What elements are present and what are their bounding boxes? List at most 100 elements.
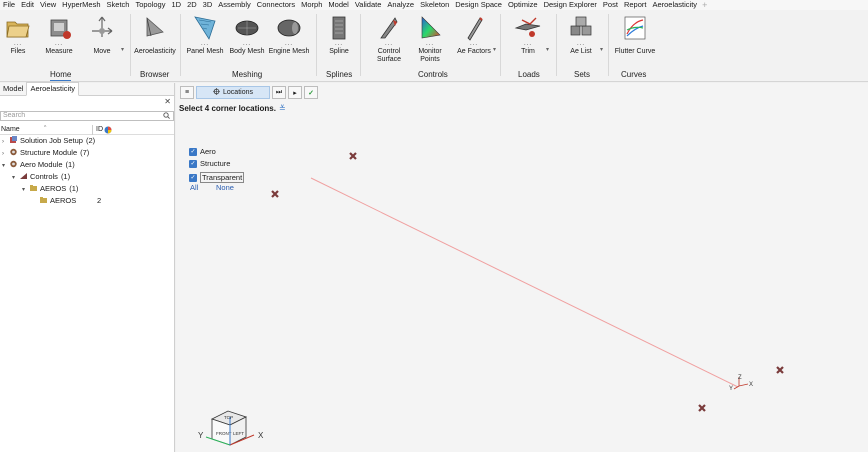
files-tool[interactable]: ... Files — [4, 14, 32, 56]
column-id[interactable]: ID — [96, 125, 103, 135]
menu-1d[interactable]: 1D — [168, 0, 184, 10]
chevron-right-icon[interactable]: › — [2, 149, 9, 159]
checkbox-aero[interactable]: ✓ Aero — [189, 147, 216, 156]
sort-up-icon[interactable]: ^ — [44, 123, 46, 133]
menu-edit[interactable]: Edit — [18, 0, 37, 10]
trim-tool[interactable]: ... Trim — [510, 14, 546, 56]
tree-item-label: Solution Job Setup — [20, 136, 83, 145]
trim-label: Trim — [521, 48, 535, 55]
panel-mesh-tool[interactable]: ... Panel Mesh — [186, 14, 224, 56]
group-browser: Browser — [140, 70, 170, 79]
checkbox-aero-label: Aero — [200, 147, 216, 156]
guide-menu-button[interactable]: ≡ — [180, 86, 194, 99]
triad-y-label: Y — [729, 386, 733, 392]
folder-icon — [4, 14, 32, 42]
spline-label: Spline — [329, 48, 349, 55]
chevron-down-icon[interactable]: ≚ — [279, 104, 286, 113]
menu-optimize[interactable]: Optimize — [505, 0, 541, 10]
body-mesh-tool[interactable]: ... Body Mesh — [228, 14, 266, 56]
menu-2d[interactable]: 2D — [184, 0, 200, 10]
group-home[interactable]: Home — [50, 70, 72, 81]
tree-item[interactable]: ▾ AEROS (1) — [22, 184, 78, 195]
monitor-points-label: Monitor Points — [418, 48, 442, 63]
check-icon: ✓ — [189, 147, 197, 156]
menu-model[interactable]: Model — [325, 0, 351, 10]
group-curves: Curves — [621, 70, 647, 79]
search-icon[interactable] — [163, 112, 170, 122]
ae-list-dropdown-icon[interactable]: ▾ — [600, 46, 603, 53]
group-controls: Controls — [418, 70, 448, 79]
monitor-points-tool[interactable]: ... Monitor Points — [412, 14, 448, 64]
move-tool[interactable]: Move — [88, 14, 116, 56]
ae-factors-tool[interactable]: ... Ae Factors — [456, 14, 492, 56]
corner-marker — [698, 404, 706, 412]
ribbon: ... Files ... Measure Move ▾ Home Aeroel… — [0, 10, 868, 82]
tree-item-count: (1) — [69, 184, 79, 193]
locations-selector[interactable]: Locations — [196, 86, 270, 99]
ae-factors-dropdown-icon[interactable]: ▾ — [493, 46, 496, 53]
trim-dropdown-icon[interactable]: ▾ — [546, 46, 549, 53]
next-button[interactable]: ▸ — [288, 86, 302, 99]
tree-item[interactable]: › Solution Job Setup (2) — [2, 136, 95, 147]
menu-hypermesh[interactable]: HyperMesh — [59, 0, 103, 10]
ae-list-tool[interactable]: ... Ae List — [566, 14, 596, 56]
menu-post[interactable]: Post — [600, 0, 621, 10]
menu-sketch[interactable]: Sketch — [104, 0, 133, 10]
rubber-band-line — [310, 177, 739, 388]
checkbox-transparent-label: Transparent — [200, 172, 245, 183]
aeroelasticity-tool[interactable]: Aeroelasticity — [134, 14, 176, 56]
tree-item[interactable]: ▾ Controls (1) — [12, 172, 70, 183]
menu-connectors[interactable]: Connectors — [254, 0, 298, 10]
ribbon-separator — [500, 14, 501, 76]
menu-assembly[interactable]: Assembly — [215, 0, 254, 10]
tab-model[interactable]: Model — [0, 83, 26, 95]
menu-file[interactable]: File — [0, 0, 18, 10]
checkbox-structure[interactable]: ✓ Structure — [189, 159, 230, 168]
ae-list-label: Ae List — [570, 48, 592, 55]
close-icon[interactable]: ✕ — [164, 97, 171, 106]
chevron-right-icon[interactable]: › — [2, 137, 9, 147]
chevron-down-icon[interactable]: ▾ — [12, 173, 19, 183]
control-surface-tool[interactable]: ... Control Surface — [372, 14, 406, 64]
ribbon-separator — [360, 14, 361, 76]
menu-skeleton[interactable]: Skeleton — [417, 0, 452, 10]
menu-morph[interactable]: Morph — [298, 0, 325, 10]
menu-view[interactable]: View — [37, 0, 59, 10]
menu-aeroelasticity[interactable]: Aeroelasticity — [649, 0, 701, 11]
spline-tool[interactable]: ... Spline — [326, 14, 352, 56]
search-input[interactable]: Search — [0, 111, 174, 121]
column-name[interactable]: Name — [1, 125, 20, 135]
chevron-down-icon[interactable]: ▾ — [22, 185, 29, 195]
skip-button[interactable]: ⏭ — [272, 86, 286, 99]
tree-item[interactable]: › Structure Module (7) — [2, 148, 89, 159]
select-none-link[interactable]: None — [216, 183, 234, 192]
tree-item[interactable]: AEROS — [32, 196, 76, 206]
engine-mesh-tool[interactable]: ... Engine Mesh — [268, 14, 310, 56]
menu-analyze[interactable]: Analyze — [384, 0, 417, 10]
menu-3d[interactable]: 3D — [200, 0, 216, 10]
add-tab-icon[interactable]: + — [700, 0, 707, 10]
checkbox-transparent[interactable]: ✓ Transparent — [189, 172, 245, 183]
menu-design-space[interactable]: Design Space — [452, 0, 505, 10]
left-panel: Model Aeroelasticity ✕ Search Name ^ ID … — [0, 82, 175, 452]
menu-design-explorer[interactable]: Design Explorer — [541, 0, 600, 10]
folder-icon — [39, 196, 48, 204]
tree-item[interactable]: ▾ Aero Module (1) — [2, 160, 75, 171]
group-meshing: Meshing — [232, 70, 263, 79]
panel-mesh-label: Panel Mesh — [186, 48, 224, 55]
menu-topology[interactable]: Topology — [132, 0, 168, 10]
graphics-viewport[interactable]: ≡ Locations ⏭ ▸ ✓ Select 4 corner locati… — [176, 83, 868, 452]
move-dropdown-icon[interactable]: ▾ — [121, 46, 124, 53]
confirm-button[interactable]: ✓ — [304, 86, 318, 99]
color-wheel-icon[interactable] — [104, 126, 112, 138]
menu-report[interactable]: Report — [621, 0, 650, 10]
ribbon-separator — [180, 14, 181, 76]
select-all-link[interactable]: All — [190, 183, 198, 192]
flutter-curve-tool[interactable]: Flutter Curve — [614, 14, 656, 56]
control-surface-icon — [375, 14, 403, 42]
measure-tool[interactable]: ... Measure — [44, 14, 74, 56]
tab-aeroelasticity[interactable]: Aeroelasticity — [26, 82, 80, 96]
chevron-down-icon[interactable]: ▾ — [2, 161, 9, 171]
view-cube: FRONT LEFT TOP X Y — [198, 410, 264, 446]
menu-validate[interactable]: Validate — [352, 0, 385, 10]
